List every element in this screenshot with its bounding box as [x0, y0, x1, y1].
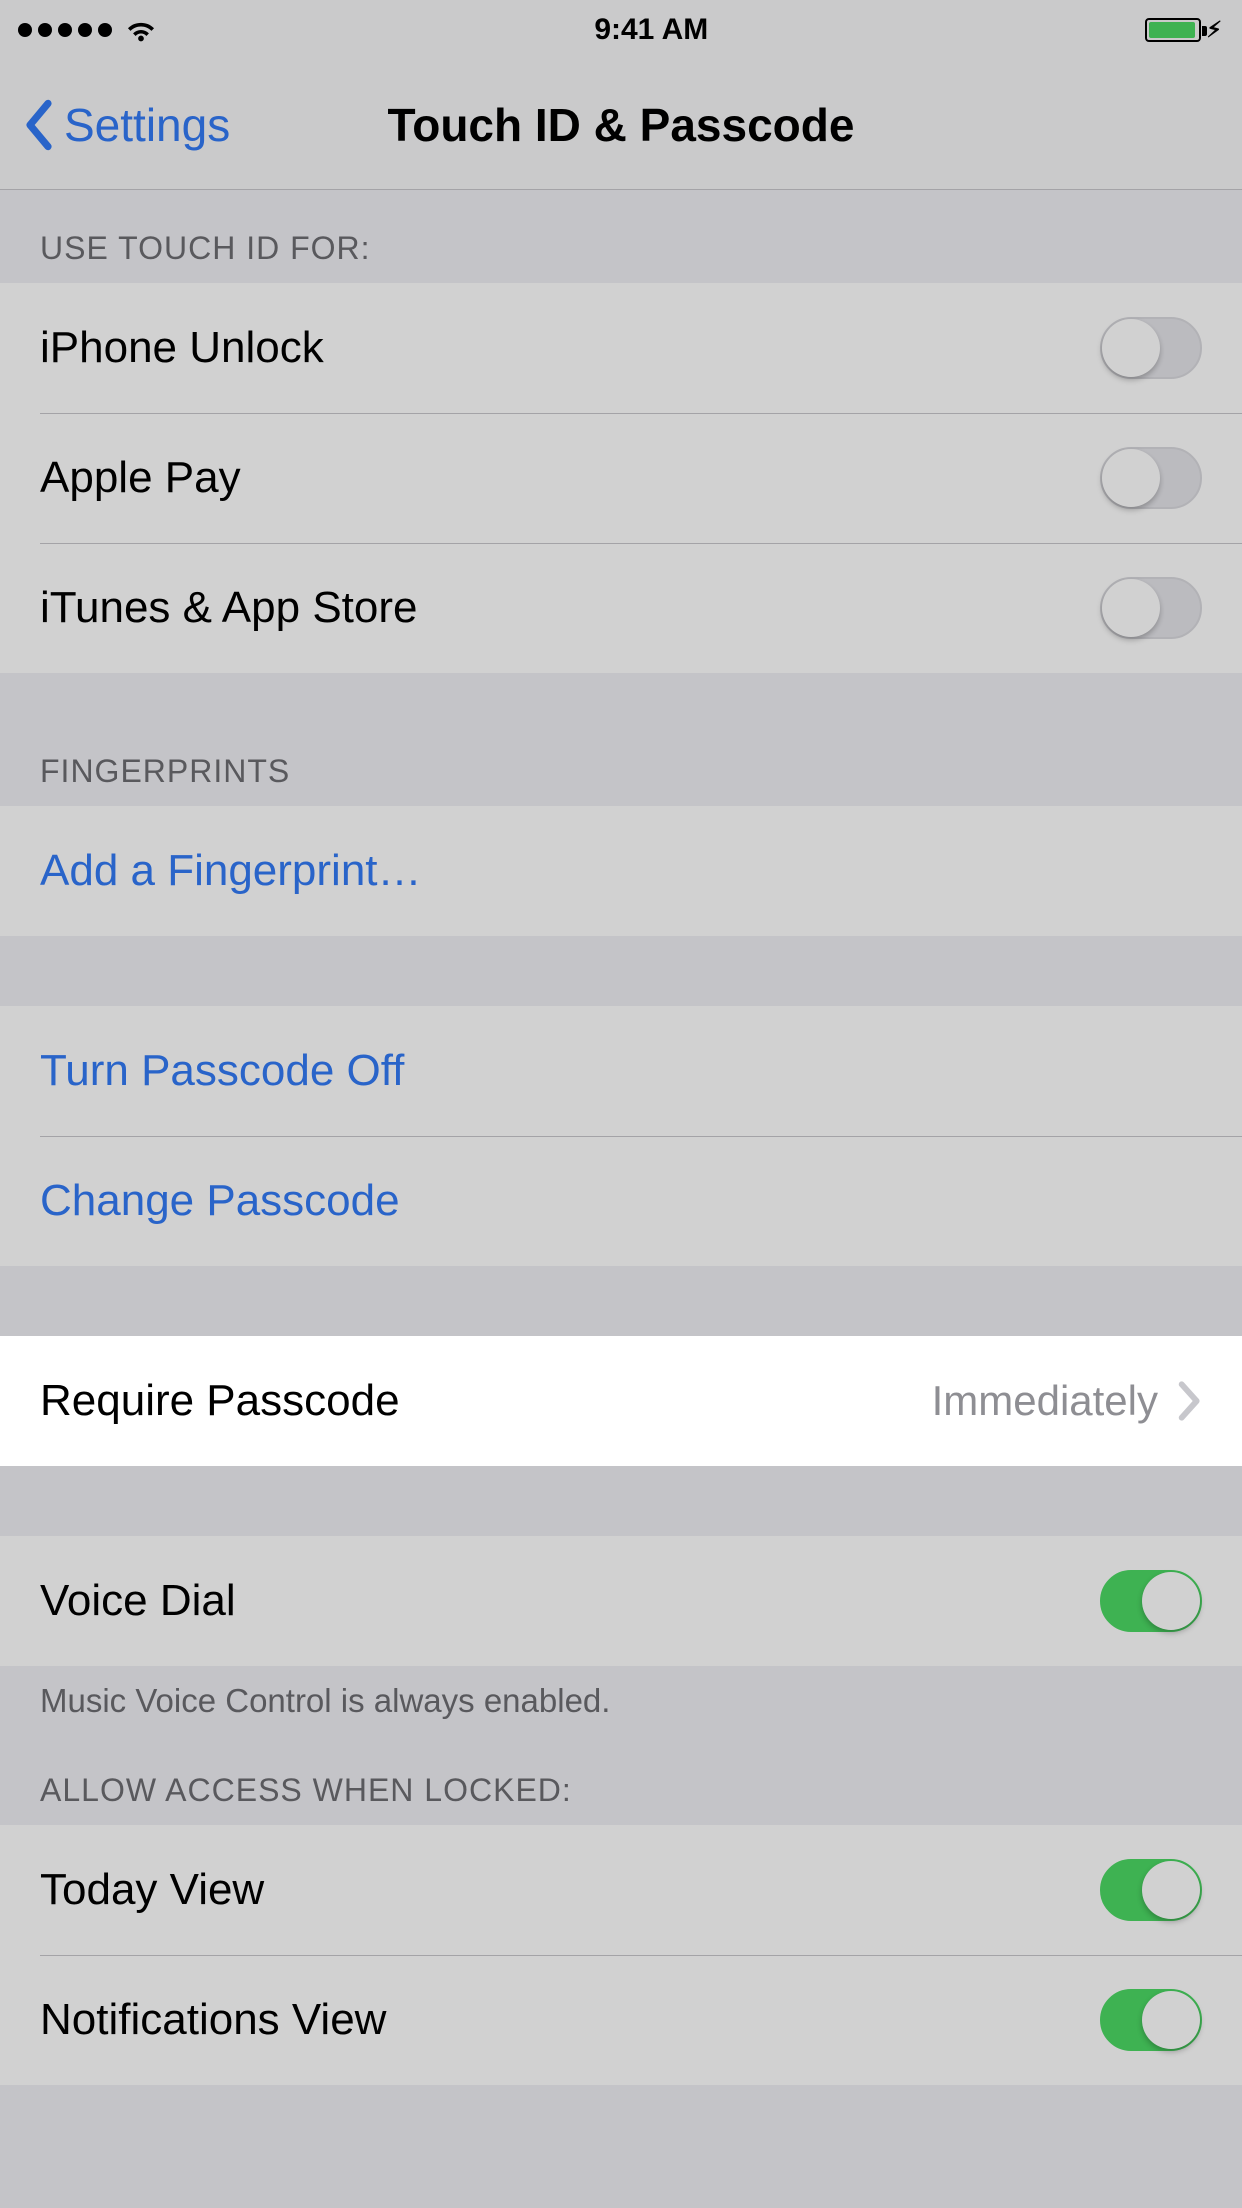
battery-icon [1145, 18, 1201, 42]
chevron-left-icon [22, 98, 56, 152]
fingerprints-list: Add a Fingerprint… [0, 806, 1242, 936]
navigation-bar: Settings Touch ID & Passcode [0, 60, 1242, 190]
section-header-touch-id: USE TOUCH ID FOR: [0, 190, 1242, 283]
status-bar: 9:41 AM ⚡︎ [0, 0, 1242, 60]
status-right: ⚡︎ [1145, 17, 1222, 43]
chevron-right-icon [1178, 1381, 1202, 1421]
voice-dial-label: Voice Dial [40, 1576, 1100, 1626]
row-notifications-view[interactable]: Notifications View [0, 1955, 1242, 2085]
toggle-iphone-unlock[interactable] [1100, 317, 1202, 379]
voice-dial-list: Voice Dial [0, 1536, 1242, 1666]
row-label: Apple Pay [40, 453, 1100, 503]
require-passcode-label: Require Passcode [40, 1376, 932, 1426]
charging-icon: ⚡︎ [1207, 17, 1222, 43]
wifi-icon [124, 13, 158, 47]
toggle-apple-pay[interactable] [1100, 447, 1202, 509]
signal-strength-icon [18, 23, 112, 37]
toggle-notifications-view[interactable] [1100, 1989, 1202, 2051]
voice-dial-footer: Music Voice Control is always enabled. [0, 1666, 1242, 1732]
section-header-allow-access: ALLOW ACCESS WHEN LOCKED: [0, 1732, 1242, 1825]
row-add-fingerprint[interactable]: Add a Fingerprint… [0, 806, 1242, 936]
row-apple-pay[interactable]: Apple Pay [0, 413, 1242, 543]
status-left [18, 13, 158, 47]
section-header-fingerprints: FINGERPRINTS [0, 673, 1242, 806]
status-time: 9:41 AM [594, 13, 708, 47]
today-view-label: Today View [40, 1865, 1100, 1915]
row-iphone-unlock[interactable]: iPhone Unlock [0, 283, 1242, 413]
toggle-voice-dial[interactable] [1100, 1570, 1202, 1632]
back-button[interactable]: Settings [0, 98, 230, 152]
back-button-label: Settings [64, 98, 230, 152]
toggle-today-view[interactable] [1100, 1859, 1202, 1921]
toggle-itunes[interactable] [1100, 577, 1202, 639]
row-today-view[interactable]: Today View [0, 1825, 1242, 1955]
add-fingerprint-link: Add a Fingerprint… [40, 846, 1202, 896]
turn-passcode-off-link: Turn Passcode Off [40, 1046, 1202, 1096]
row-turn-passcode-off[interactable]: Turn Passcode Off [0, 1006, 1242, 1136]
notifications-view-label: Notifications View [40, 1995, 1100, 2045]
require-passcode-list: Require Passcode Immediately [0, 1336, 1242, 1466]
row-change-passcode[interactable]: Change Passcode [0, 1136, 1242, 1266]
row-require-passcode[interactable]: Require Passcode Immediately [0, 1336, 1242, 1466]
passcode-actions-list: Turn Passcode Off Change Passcode [0, 1006, 1242, 1266]
change-passcode-link: Change Passcode [40, 1176, 1202, 1226]
require-passcode-value: Immediately [932, 1377, 1158, 1425]
allow-access-list: Today View Notifications View [0, 1825, 1242, 2085]
row-label: iTunes & App Store [40, 583, 1100, 633]
row-voice-dial[interactable]: Voice Dial [0, 1536, 1242, 1666]
row-itunes-app-store[interactable]: iTunes & App Store [0, 543, 1242, 673]
row-label: iPhone Unlock [40, 323, 1100, 373]
touch-id-list: iPhone Unlock Apple Pay iTunes & App Sto… [0, 283, 1242, 673]
